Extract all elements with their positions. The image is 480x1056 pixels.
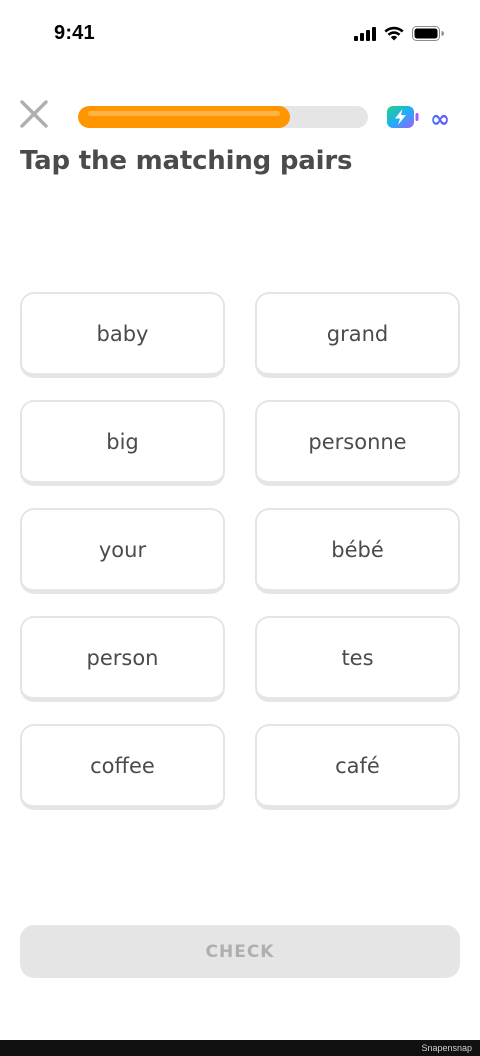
battery-icon (412, 26, 444, 45)
tile-right-1[interactable]: grand (255, 292, 460, 378)
tile-right-2[interactable]: personne (255, 400, 460, 486)
energy-value: ∞ (430, 105, 450, 133)
tile-left-5[interactable]: coffee (20, 724, 225, 810)
lesson-progress-fill (78, 106, 290, 128)
close-button[interactable] (16, 98, 52, 134)
matching-pairs-grid: baby grand big personne your bébé person… (20, 292, 460, 810)
wifi-icon (384, 26, 404, 45)
tile-left-2[interactable]: big (20, 400, 225, 486)
signal-icon (354, 26, 376, 45)
energy-battery-icon (386, 104, 420, 134)
tile-left-1[interactable]: baby (20, 292, 225, 378)
status-icons (354, 26, 444, 45)
status-bar: 9:41 (0, 0, 480, 72)
watermark: Snapensnap (421, 1043, 472, 1053)
check-button[interactable]: CHECK (20, 925, 460, 978)
page-title: Tap the matching pairs (20, 146, 353, 176)
status-time: 9:41 (54, 22, 95, 44)
tile-right-3[interactable]: bébé (255, 508, 460, 594)
bottom-bar: Snapensnap (0, 1040, 480, 1056)
energy-indicator[interactable]: ∞ (386, 104, 450, 134)
tile-right-5[interactable]: café (255, 724, 460, 810)
tile-left-3[interactable]: your (20, 508, 225, 594)
close-icon (19, 99, 49, 133)
tile-right-4[interactable]: tes (255, 616, 460, 702)
tile-left-4[interactable]: person (20, 616, 225, 702)
lesson-progress-bar (78, 106, 368, 128)
